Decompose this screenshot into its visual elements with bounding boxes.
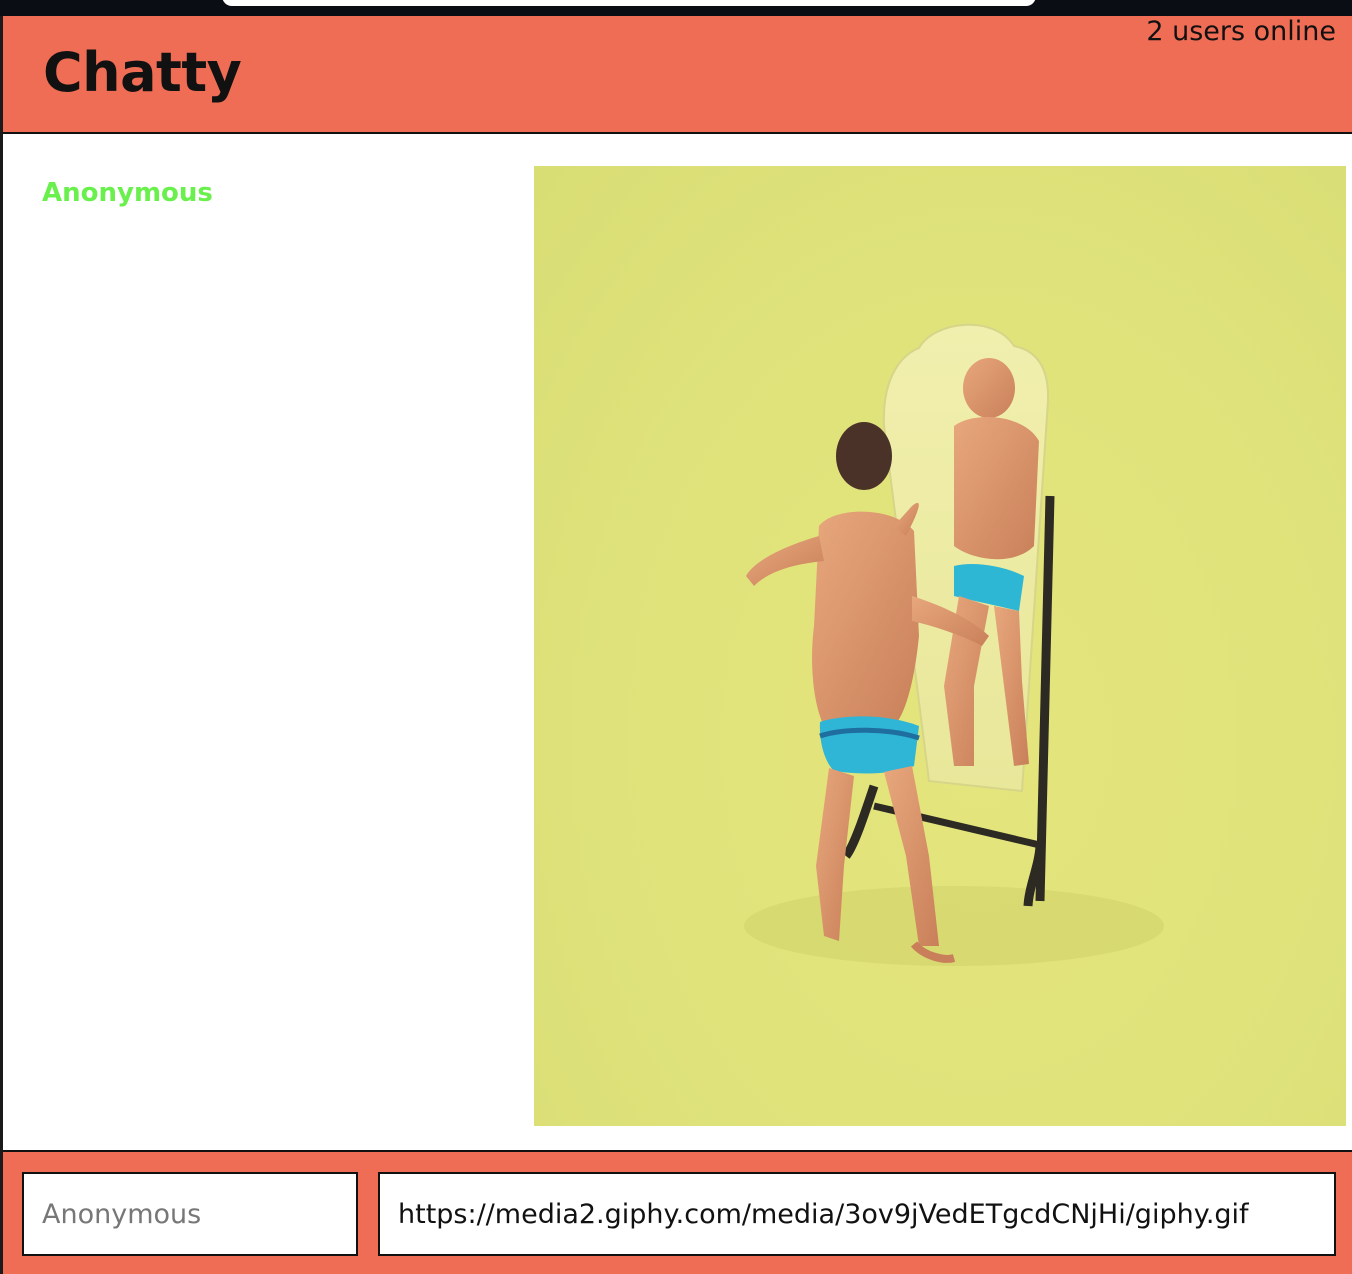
- app-brand-title[interactable]: Chatty: [43, 46, 242, 100]
- navbar: Chatty 2 users online: [3, 16, 1352, 134]
- message-username: Anonymous: [42, 178, 213, 208]
- message-item: Anonymous: [3, 134, 1352, 1150]
- message-list: Anonymous: [3, 134, 1352, 1150]
- browser-address-bar[interactable]: [222, 0, 1036, 6]
- chat-app: Chatty 2 users online Anonymous: [0, 16, 1352, 1274]
- toy-figure-mirror-gif-icon: [744, 323, 1164, 966]
- username-input[interactable]: [22, 1172, 358, 1256]
- message-input[interactable]: [378, 1172, 1336, 1256]
- chat-bar: [3, 1150, 1352, 1274]
- browser-top-strip: [0, 0, 1352, 16]
- message-gif-image: [534, 166, 1346, 1126]
- users-online-count: 2 users online: [1146, 16, 1336, 47]
